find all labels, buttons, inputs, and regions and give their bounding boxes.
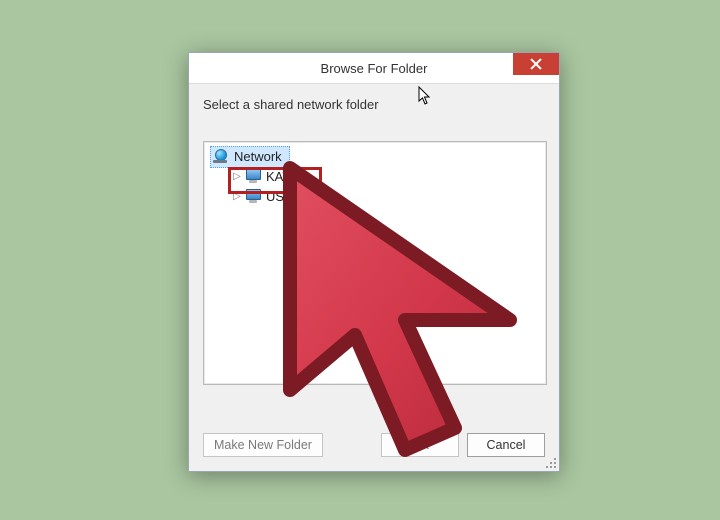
chevron-right-icon[interactable]: ▷	[232, 171, 242, 182]
tree-item-kate[interactable]: ▷ KATE	[204, 166, 546, 186]
close-icon	[530, 58, 542, 70]
instruction-text: Select a shared network folder	[203, 97, 379, 112]
tree-item-label: USER-PC	[266, 189, 325, 204]
computer-icon	[244, 168, 262, 184]
computer-icon	[244, 188, 262, 204]
dialog-button-row: Make New Folder OK Cancel	[203, 433, 545, 457]
tree-item-user-pc[interactable]: ▷ USER-PC	[204, 186, 546, 206]
resize-grip[interactable]	[543, 455, 557, 469]
network-icon	[212, 148, 230, 164]
tree-item-label: KATE	[266, 169, 299, 184]
titlebar[interactable]: Browse For Folder	[189, 53, 559, 84]
stage-background: Browse For Folder Select a shared networ…	[0, 0, 720, 520]
chevron-right-icon[interactable]: ▷	[232, 191, 242, 202]
dialog-title: Browse For Folder	[321, 61, 428, 76]
browse-for-folder-dialog: Browse For Folder Select a shared networ…	[188, 52, 560, 472]
make-new-folder-button[interactable]: Make New Folder	[203, 433, 323, 457]
close-button[interactable]	[513, 53, 559, 75]
cancel-button[interactable]: Cancel	[467, 433, 545, 457]
folder-tree[interactable]: Network ▷ KATE ▷ USER-PC	[203, 141, 547, 385]
tree-item-label: Network	[234, 149, 282, 164]
tree-item-network[interactable]: Network	[204, 146, 546, 166]
ok-button[interactable]: OK	[381, 433, 459, 457]
